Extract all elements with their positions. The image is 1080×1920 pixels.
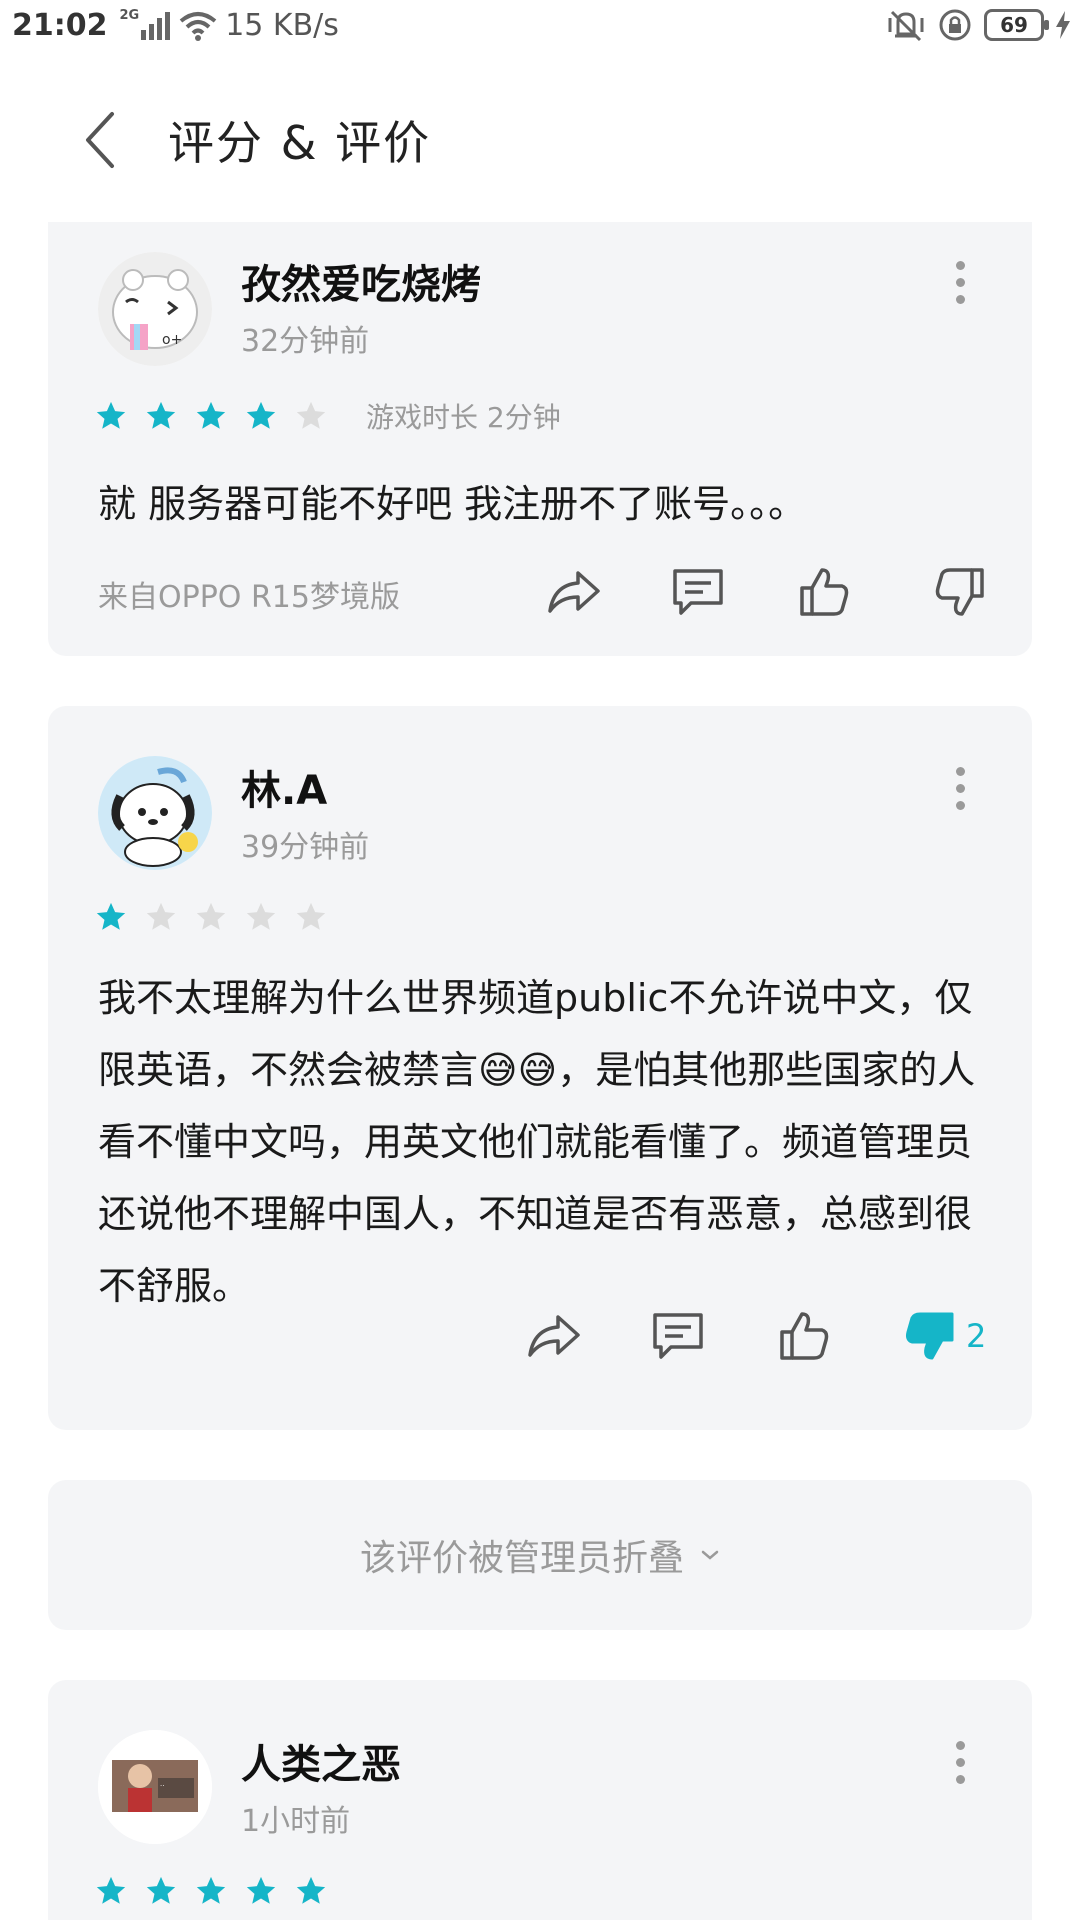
status-left: 21:02 2G 15 KB/s xyxy=(12,8,339,43)
review-actions: 2 xyxy=(524,1306,986,1366)
star-icon-filled xyxy=(146,1876,176,1904)
like-button[interactable] xyxy=(774,1306,834,1366)
review-text: 就 服务器可能不好吧 我注册不了账号。。。 xyxy=(98,482,807,526)
dislike-button[interactable] xyxy=(930,562,990,622)
star-rating xyxy=(94,1874,328,1908)
share-button[interactable] xyxy=(544,562,604,622)
star-icon-filled xyxy=(296,1876,326,1904)
dislike-icon-active xyxy=(906,1312,954,1360)
star-icon-filled xyxy=(96,902,126,930)
review-username[interactable]: 人类之恶 xyxy=(241,1732,401,1790)
more-icon-dot xyxy=(955,294,965,304)
play-time: 游戏时长 2分钟 xyxy=(366,401,561,434)
avatar-image: o+ xyxy=(98,252,212,366)
rotation-lock-icon xyxy=(939,9,971,41)
battery-indicator: 69 xyxy=(984,9,1049,41)
back-arrow-icon xyxy=(86,112,114,168)
like-icon xyxy=(780,1312,829,1360)
avatar[interactable] xyxy=(98,756,212,870)
svg-text:o+: o+ xyxy=(162,332,182,348)
folded-notice-text: 该评价被管理员折叠 xyxy=(359,1538,684,1579)
more-options-button[interactable] xyxy=(940,1732,980,1792)
dislike-button[interactable] xyxy=(900,1306,960,1366)
more-options-button[interactable] xyxy=(940,758,980,818)
wifi-icon xyxy=(179,11,217,41)
back-button[interactable] xyxy=(60,100,140,180)
signal-icon xyxy=(141,11,171,40)
star-icon-empty xyxy=(196,902,226,930)
review-time: 32分钟前 xyxy=(241,324,370,359)
avatar[interactable]: o+ xyxy=(98,252,212,366)
folded-review-card[interactable]: 该评价被管理员折叠 xyxy=(48,1480,1032,1630)
star-icon-empty xyxy=(296,401,326,429)
review-actions xyxy=(544,562,990,622)
comment-button[interactable] xyxy=(648,1306,708,1366)
share-icon xyxy=(528,1315,580,1357)
avatar[interactable]: ·· xyxy=(98,1730,212,1844)
avatar-image: ·· xyxy=(98,1730,212,1844)
review-time: 39分钟前 xyxy=(241,830,370,865)
status-time: 21:02 xyxy=(12,8,108,43)
more-icon-dot xyxy=(955,783,965,793)
star-icon-empty xyxy=(296,902,326,930)
star-rating: 游戏时长 2分钟 xyxy=(94,396,561,436)
star-icon-filled xyxy=(196,1876,226,1904)
vibrate-icon xyxy=(888,10,924,42)
more-icon-dot xyxy=(955,1757,965,1767)
review-username[interactable]: 孜然爱吃烧烤 xyxy=(241,252,481,310)
dislike-icon xyxy=(935,568,984,616)
star-icon-filled xyxy=(96,401,126,429)
review-text: 我不太理解为什么世界频道public不允许说中文，仅限英语，不然会被禁言😅😅，是… xyxy=(98,976,976,1308)
charging-icon xyxy=(1056,11,1070,39)
more-icon-dot xyxy=(955,277,965,287)
review-card: o+ 孜然爱吃烧烤 32分钟前 游戏时长 2分钟 就 服务器可能不好吧 我注册不… xyxy=(48,222,1032,656)
star-rating xyxy=(94,900,328,934)
star-icon-empty xyxy=(246,902,276,930)
more-icon xyxy=(955,766,965,776)
battery-level: 69 xyxy=(1000,13,1028,37)
star-icon-filled xyxy=(146,401,176,429)
more-icon-dot xyxy=(955,1774,965,1784)
chevron-down-icon xyxy=(701,1550,719,1560)
share-button[interactable] xyxy=(524,1306,584,1366)
comment-icon xyxy=(653,1313,703,1359)
review-username[interactable]: 林.A xyxy=(241,758,327,816)
network-type: 2G xyxy=(119,8,140,23)
review-time: 1小时前 xyxy=(241,1804,351,1839)
share-icon xyxy=(548,571,600,613)
like-button[interactable] xyxy=(794,562,854,622)
more-icon-dot xyxy=(955,800,965,810)
svg-text:··: ·· xyxy=(160,1782,164,1790)
page-title: 评分 & 评价 xyxy=(168,116,432,170)
comment-icon xyxy=(673,569,723,615)
review-card: 林.A 39分钟前 我不太理解为什么世界频道public不允许说中文，仅限英语，… xyxy=(48,706,1032,1430)
device-info: 来自OPPO R15梦境版 xyxy=(98,580,400,615)
network-speed: 15 KB/s xyxy=(225,8,339,43)
like-icon xyxy=(800,568,849,616)
more-options-button[interactable] xyxy=(940,252,980,312)
review-card: ·· 人类之恶 1小时前 xyxy=(48,1680,1032,1920)
header: 评分 & 评价 xyxy=(0,90,1080,190)
folded-notice[interactable]: 该评价被管理员折叠 xyxy=(360,1529,720,1581)
status-bar: 21:02 2G 15 KB/s 69 xyxy=(0,0,1080,56)
star-icon-filled xyxy=(196,401,226,429)
more-icon xyxy=(955,1740,965,1750)
comment-button[interactable] xyxy=(668,562,728,622)
star-icon-empty xyxy=(146,902,176,930)
status-right: 69 xyxy=(886,8,1070,42)
star-icon-filled xyxy=(246,1876,276,1904)
star-icon-filled xyxy=(246,401,276,429)
star-icon-filled xyxy=(96,1876,126,1904)
dislike-count: 2 xyxy=(966,1317,987,1355)
more-icon xyxy=(955,260,965,270)
avatar-image xyxy=(98,756,212,870)
